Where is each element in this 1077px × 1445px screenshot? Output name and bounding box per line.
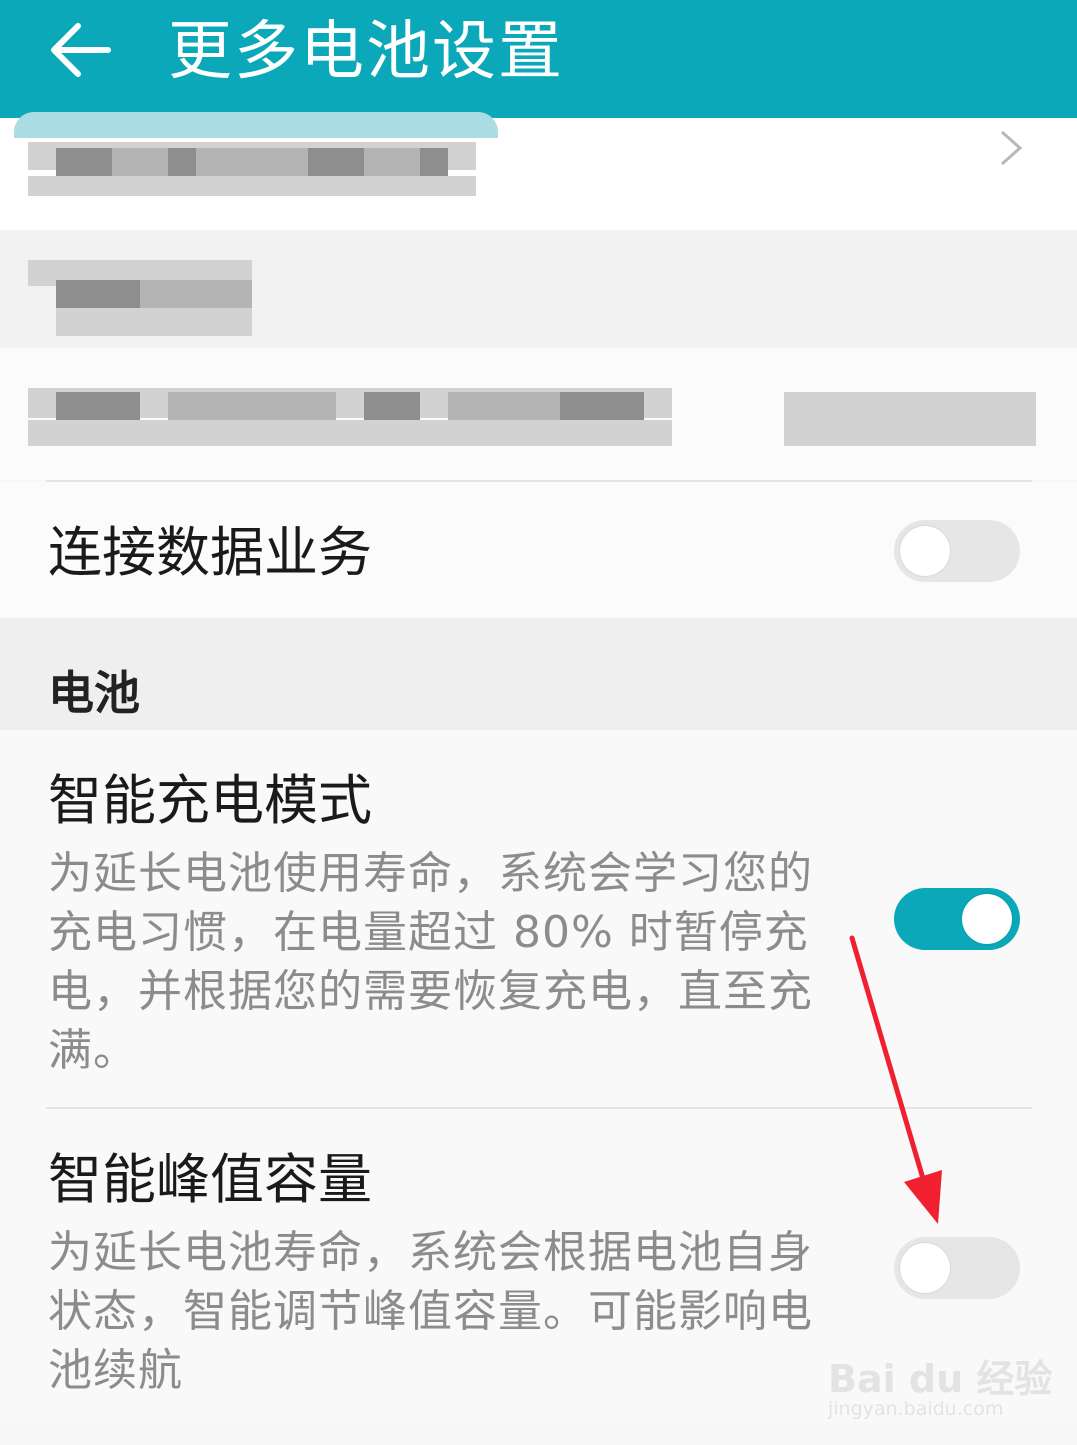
list-item-redacted-2[interactable] [0, 348, 1077, 480]
redacted-text [28, 420, 672, 446]
redacted-highlight [14, 112, 498, 138]
smart-peak-description: 为延长电池寿命，系统会根据电池自身状态，智能调节峰值容量。可能影响电池续航 [48, 1227, 813, 1396]
redacted-text [56, 148, 112, 176]
smart-charge-title: 智能充电模式 [48, 769, 372, 832]
redacted-text [112, 148, 168, 176]
redacted-text [364, 148, 420, 176]
redacted-section-header [0, 230, 1077, 348]
section-header-battery [0, 618, 1077, 730]
redacted-text [196, 148, 308, 176]
toggle-knob [900, 526, 950, 576]
section-label-battery: 电池 [48, 666, 140, 720]
redacted-text [56, 308, 252, 336]
data-service-title: 连接数据业务 [48, 521, 372, 584]
smart-peak-title: 智能峰值容量 [48, 1148, 372, 1211]
redacted-text [28, 176, 476, 196]
redacted-text [448, 392, 560, 420]
redacted-text [112, 392, 140, 420]
toggle-knob [962, 894, 1012, 944]
page-title: 更多电池设置 [168, 15, 564, 89]
app-header: 更多电池设置 [0, 0, 1077, 118]
redacted-text [420, 148, 448, 176]
redacted-text [168, 392, 336, 420]
chevron-right-icon [1001, 130, 1023, 166]
data-service-toggle[interactable] [894, 520, 1020, 582]
baidu-watermark-url: jingyan.baidu.com [828, 1398, 1004, 1420]
redacted-text [168, 148, 196, 176]
list-item-redacted-1[interactable] [0, 112, 1077, 230]
redacted-text [308, 148, 364, 176]
redacted-text [112, 280, 140, 308]
back-arrow-icon[interactable] [48, 22, 112, 78]
redacted-text [56, 392, 112, 420]
baidu-watermark: Bai du 经验 [828, 1357, 1053, 1401]
redacted-text [56, 280, 112, 308]
smart-charge-description: 为延长电池使用寿命，系统会学习您的充电习惯，在电量超过 80% 时暂停充电，并根… [48, 848, 813, 1076]
redacted-text [140, 280, 252, 308]
list-item-data-service[interactable]: 连接数据业务 [0, 482, 1077, 618]
redacted-text [364, 392, 420, 420]
smart-peak-toggle[interactable] [894, 1237, 1020, 1299]
annotation-arrow-icon [849, 935, 942, 1224]
redacted-text [784, 392, 1036, 446]
redacted-text [560, 392, 644, 420]
toggle-knob [900, 1243, 950, 1293]
